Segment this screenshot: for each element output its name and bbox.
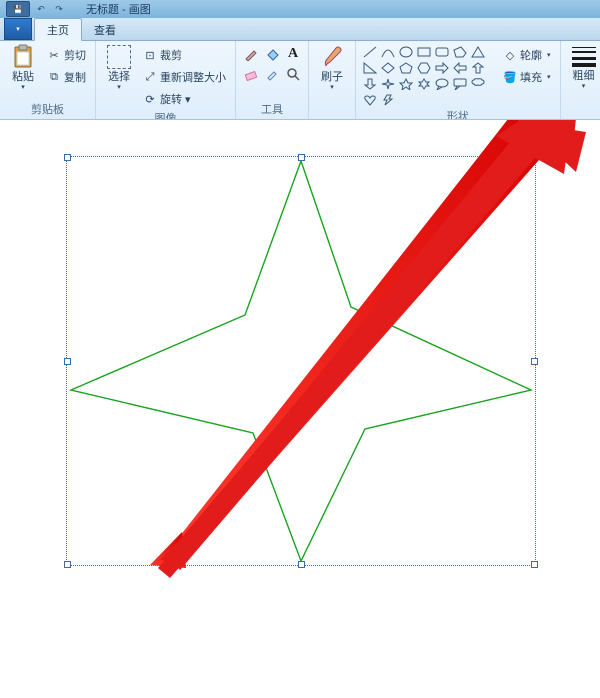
handle-bot-mid[interactable] <box>298 561 305 568</box>
brushes-button[interactable]: 刷子 ▾ <box>315 45 349 91</box>
shape-5star[interactable] <box>398 77 414 91</box>
canvas[interactable] <box>0 120 600 580</box>
app-menu-button[interactable]: ▾ <box>4 18 32 40</box>
shape-oval[interactable] <box>398 45 414 59</box>
crop-icon: ⊡ <box>143 48 157 62</box>
shape-rect[interactable] <box>416 45 432 59</box>
chevron-down-icon: ▾ <box>21 83 25 91</box>
handle-mid-right[interactable] <box>531 358 538 365</box>
magnifier-tool[interactable] <box>284 65 302 83</box>
shape-gallery[interactable] <box>362 45 492 107</box>
handle-top-right[interactable] <box>531 154 538 161</box>
picker-tool[interactable] <box>263 65 281 83</box>
copy-button[interactable]: ⧉复制 <box>44 67 89 87</box>
group-label-image: 图像 <box>155 109 177 120</box>
brush-icon <box>320 45 344 69</box>
group-tools: A 工具 <box>236 41 309 119</box>
ribbon: 粘贴 ▾ ✂剪切 ⧉复制 剪贴板 选择 ▾ ⊡裁剪 ⤢重新调整大小 ⟳旋转 ▾ … <box>0 41 600 120</box>
shape-lightning[interactable] <box>380 93 396 107</box>
shape-diamond[interactable] <box>380 61 396 75</box>
cut-button[interactable]: ✂剪切 <box>44 45 89 65</box>
handle-bot-left[interactable] <box>64 561 71 568</box>
shape-6star[interactable] <box>416 77 432 91</box>
selection-box[interactable] <box>66 156 536 566</box>
shape-line[interactable] <box>362 45 378 59</box>
crop-button[interactable]: ⊡裁剪 <box>140 45 229 65</box>
group-label-brushes <box>330 104 333 119</box>
group-label-shapes: 形状 <box>447 107 469 120</box>
fill-button[interactable]: 🪣填充▾ <box>500 67 554 87</box>
chevron-down-icon: ▾ <box>582 82 586 90</box>
tab-home[interactable]: 主页 <box>34 18 82 41</box>
scissors-icon: ✂ <box>47 48 61 62</box>
select-button[interactable]: 选择 ▾ <box>102 45 136 91</box>
rotate-icon: ⟳ <box>143 92 157 106</box>
pencil-tool[interactable] <box>242 45 260 63</box>
shape-arrow-up[interactable] <box>470 61 486 75</box>
chevron-down-icon: ▾ <box>117 83 121 91</box>
group-brushes: 刷子 ▾ <box>309 41 356 119</box>
shape-polygon[interactable] <box>452 45 468 59</box>
clipboard-icon <box>11 45 35 69</box>
fill-icon: 🪣 <box>503 70 517 84</box>
weight-button[interactable]: 粗细 ▾ <box>567 45 600 90</box>
group-image: 选择 ▾ ⊡裁剪 ⤢重新调整大小 ⟳旋转 ▾ 图像 <box>96 41 236 119</box>
group-shapes: ◇轮廓▾ 🪣填充▾ 形状 <box>356 41 561 119</box>
group-clipboard: 粘贴 ▾ ✂剪切 ⧉复制 剪贴板 <box>0 41 96 119</box>
eraser-tool[interactable] <box>242 65 260 83</box>
handle-top-left[interactable] <box>64 154 71 161</box>
handle-mid-left[interactable] <box>64 358 71 365</box>
shape-arrow-down[interactable] <box>362 77 378 91</box>
shape-callout-cloud[interactable] <box>470 77 486 91</box>
chevron-down-icon: ▾ <box>185 93 191 106</box>
shape-roundrect[interactable] <box>434 45 450 59</box>
chevron-down-icon: ▾ <box>547 73 551 81</box>
drawn-4point-star <box>67 157 535 565</box>
redo-icon[interactable]: ↷ <box>52 2 66 16</box>
rotate-button[interactable]: ⟳旋转 ▾ <box>140 89 229 109</box>
shape-arrow-right[interactable] <box>434 61 450 75</box>
undo-icon[interactable]: ↶ <box>34 2 48 16</box>
shape-hexagon[interactable] <box>416 61 432 75</box>
handle-bot-right[interactable] <box>531 561 538 568</box>
resize-icon: ⤢ <box>143 70 157 84</box>
shape-heart[interactable] <box>362 93 378 107</box>
quick-access-toolbar: 💾 ↶ ↷ <box>6 1 66 17</box>
shape-callout-rect[interactable] <box>452 77 468 91</box>
outline-button[interactable]: ◇轮廓▾ <box>500 45 554 65</box>
handle-top-mid[interactable] <box>298 154 305 161</box>
outline-icon: ◇ <box>503 48 517 62</box>
tab-view[interactable]: 查看 <box>82 19 128 40</box>
shape-pentagon[interactable] <box>398 61 414 75</box>
shape-callout-round[interactable] <box>434 77 450 91</box>
group-weight: 粗细 ▾ <box>561 41 600 119</box>
save-icon[interactable]: 💾 <box>6 1 30 17</box>
shape-curve[interactable] <box>380 45 396 59</box>
group-label-clipboard: 剪贴板 <box>31 100 64 119</box>
shape-4star[interactable] <box>380 77 396 91</box>
group-label-tools: 工具 <box>261 100 283 119</box>
weight-icon <box>572 45 596 69</box>
window-title: 无标题 - 画图 <box>86 1 151 17</box>
shape-arrow-left[interactable] <box>452 61 468 75</box>
text-tool[interactable]: A <box>284 45 302 63</box>
shape-right-triangle[interactable] <box>362 61 378 75</box>
paste-button[interactable]: 粘贴 ▾ <box>6 45 40 91</box>
shape-triangle[interactable] <box>470 45 486 59</box>
chevron-down-icon: ▾ <box>547 51 551 59</box>
copy-icon: ⧉ <box>47 70 61 84</box>
titlebar: 💾 ↶ ↷ 无标题 - 画图 <box>0 0 600 18</box>
ribbon-tabs: 主页 查看 <box>0 18 600 41</box>
fill-tool[interactable] <box>263 45 281 63</box>
chevron-down-icon: ▾ <box>330 83 334 91</box>
selection-icon <box>107 45 131 69</box>
resize-button[interactable]: ⤢重新调整大小 <box>140 67 229 87</box>
